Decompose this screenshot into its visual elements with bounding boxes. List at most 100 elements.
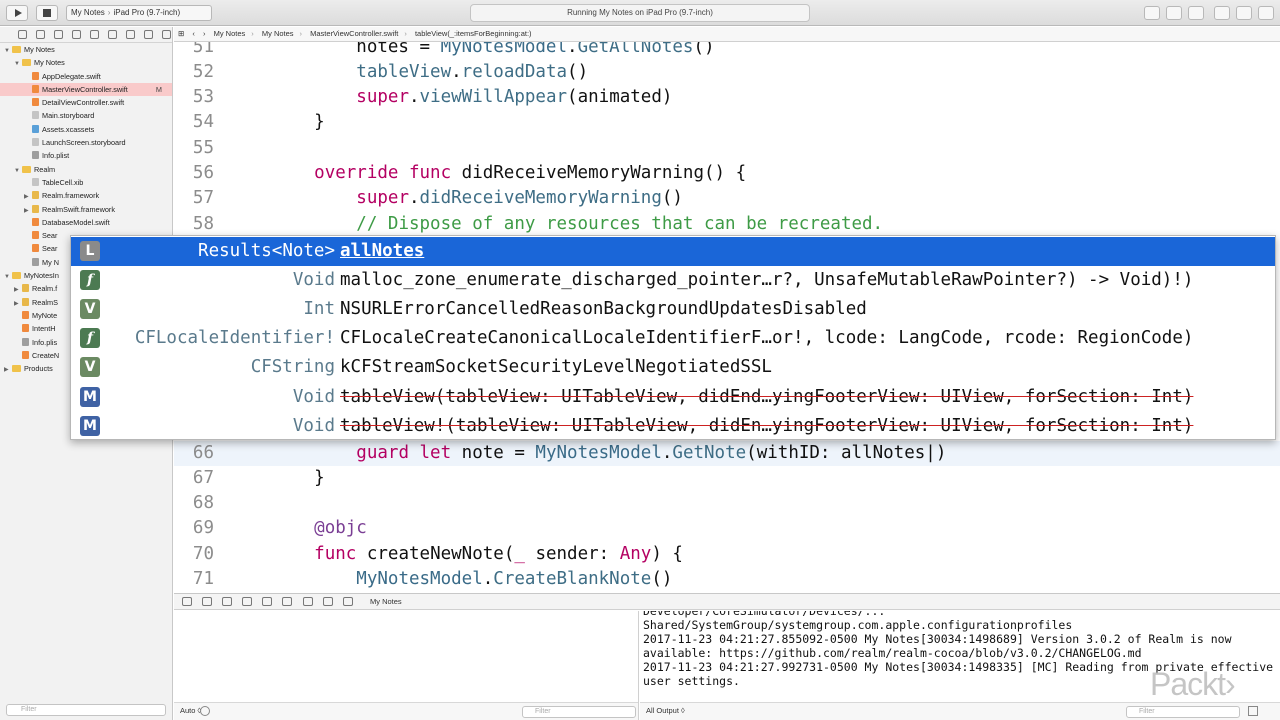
forward-chevron-icon[interactable]: › [203,29,206,38]
nav-item[interactable]: ▶ RealmSwift.framework [0,203,172,216]
nav-item-label: MyNote [32,310,58,320]
run-button[interactable] [6,5,28,21]
disclosure-open-icon[interactable]: ▼ [4,271,12,282]
breakpoints-icon[interactable] [202,597,213,606]
code-line[interactable]: 67 } [174,466,1280,491]
code-line[interactable]: 53 super.viewWillAppear(animated) [174,85,1280,110]
folder-file-icon [22,59,31,67]
nav-item[interactable]: DetailViewController.swift [0,96,172,109]
code-token: } [272,112,325,133]
code-line[interactable]: 68 [174,491,1280,516]
debug-area-toggle-icon[interactable] [1236,6,1252,20]
code-line[interactable]: 56 override func didReceiveMemoryWarning… [174,161,1280,186]
jump-file[interactable]: MasterViewController.swift [310,29,398,38]
disclosure-closed-icon[interactable]: ▶ [14,298,22,309]
disclosure-closed-icon[interactable]: ▶ [14,284,22,295]
nav-item[interactable]: ▼ My Notes [0,56,172,69]
code-line[interactable]: 54 } [174,110,1280,135]
code-line[interactable]: 66 guard let note = MyNotesModel.GetNote… [174,440,1280,466]
trash-icon[interactable] [1248,706,1258,716]
location-icon[interactable] [342,597,353,606]
nav-item[interactable]: Info.plist [0,149,172,162]
disclosure-open-icon[interactable]: ▼ [14,58,22,69]
stop-button[interactable] [36,5,58,21]
code-line[interactable]: 70 func createNewNote(_ sender: Any) { [174,542,1280,567]
utilities-toggle-icon[interactable] [1258,6,1274,20]
completion-item[interactable]: V Int NSURLErrorCancelledReasonBackgroundU… [71,295,1275,324]
completion-name: tableView!(tableView: UITableView, didEn… [340,415,1194,436]
step-over-icon[interactable] [242,597,253,606]
navigator-filter-input[interactable]: Filter [6,704,166,716]
disclosure-closed-icon[interactable]: ▶ [4,364,12,375]
jump-symbol[interactable]: tableView(_:itemsForBeginning:at:) [415,29,532,38]
view-hierarchy-icon[interactable] [302,597,313,606]
standard-editor-icon[interactable] [1144,6,1160,20]
nav-item[interactable]: TableCell.xib [0,176,172,189]
code-token: note = [451,442,536,463]
issue-icon[interactable] [90,30,99,39]
jump-project[interactable]: My Notes [214,29,246,38]
console-filter-input[interactable]: Filter [1126,706,1240,718]
report-icon[interactable] [162,30,171,39]
code-token: GetNote [672,442,747,463]
breakpoint-icon[interactable] [144,30,153,39]
grid-icon[interactable]: ⊞ [178,29,184,38]
version-editor-icon[interactable] [1188,6,1204,20]
code-token: . [567,42,578,57]
step-out-icon[interactable] [282,597,293,606]
code-token: notes = [272,42,441,57]
assistant-editor-icon[interactable] [1166,6,1182,20]
completion-item[interactable]: V CFString kCFStreamSocketSecurityLevelNeg… [71,353,1275,382]
nav-item-label: IntentH [32,324,56,334]
nav-item-label: Info.plis [32,337,58,347]
disclosure-open-icon[interactable]: ▼ [14,165,22,176]
pause-icon[interactable] [222,597,233,606]
hide-debug-icon[interactable] [182,597,192,606]
navigator-toggle-icon[interactable] [1214,6,1230,20]
code-line[interactable]: 58 // Dispose of any resources that can … [174,212,1280,237]
nav-item[interactable]: AppDelegate.swift [0,70,172,83]
jump-group[interactable]: My Notes [262,29,294,38]
find-icon[interactable] [72,30,81,39]
line-number: 56 [192,163,214,183]
code-line[interactable]: 51 notes = MyNotesModel.GetAllNotes() [174,42,1280,60]
source-control-icon[interactable] [36,30,45,39]
completion-item[interactable]: f Void malloc_zone_enumerate_discharged_po… [71,266,1275,295]
nav-item[interactable]: MasterViewController.swift M [0,82,172,97]
line-number: 69 [192,518,214,539]
back-chevron-icon[interactable]: ‹ [192,29,195,38]
symbol-icon[interactable] [54,30,63,39]
nav-item[interactable]: ▼ My Notes [0,43,172,56]
code-line[interactable]: 71 MyNotesModel.CreateBlankNote() [174,567,1280,592]
code-line[interactable]: 55 [174,136,1280,161]
scheme-selector[interactable]: My Notes › iPad Pro (9.7-inch) [66,5,212,21]
completion-item[interactable]: M Void tableView!(tableView: UITableView, … [71,412,1275,439]
output-mode-select[interactable]: All Output ◊ [646,703,685,719]
completion-item[interactable]: L Results<Note> allNotes [71,237,1275,266]
folder-icon[interactable] [18,30,27,39]
disclosure-closed-icon[interactable]: ▶ [24,205,32,216]
code-token: . [482,569,494,589]
variables-filter-input[interactable]: Filter [522,706,636,718]
nav-item[interactable]: Main.storyboard [0,109,172,122]
disclosure-closed-icon[interactable]: ▶ [24,191,32,202]
nav-item[interactable]: DatabaseModel.swift [0,216,172,229]
variables-mode-select[interactable]: Auto ◊ [180,703,201,719]
debug-icon[interactable] [126,30,135,39]
line-number: 54 [192,112,214,133]
test-icon[interactable] [108,30,117,39]
nav-item[interactable]: Assets.xcassets [0,123,172,136]
memory-graph-icon[interactable] [322,597,333,606]
code-line[interactable]: 57 super.didReceiveMemoryWarning() [174,186,1280,211]
info-icon[interactable] [200,706,210,716]
code-line[interactable]: 69 @objc [174,516,1280,541]
nav-item[interactable]: ▶ Realm.framework [0,189,172,202]
nav-item[interactable]: LaunchScreen.storyboard [0,136,172,149]
nav-item[interactable]: ▼ Realm [0,163,172,176]
code-line[interactable]: 52 tableView.reloadData() [174,60,1280,85]
completion-item[interactable]: M Void tableView(tableView: UITableView, d… [71,383,1275,412]
disclosure-open-icon[interactable]: ▼ [4,45,12,56]
completion-item[interactable]: f CFLocaleIdentifier! CFLocaleCreateCanoni… [71,324,1275,353]
step-into-icon[interactable] [262,597,273,606]
